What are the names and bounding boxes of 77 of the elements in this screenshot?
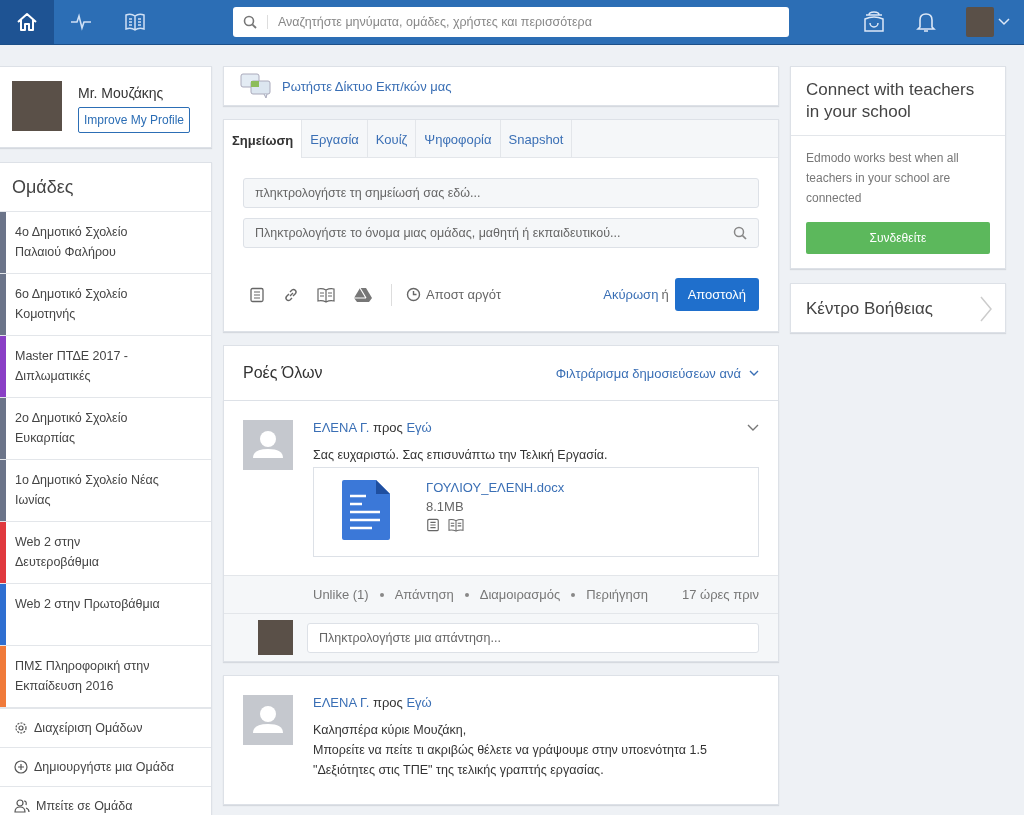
group-item[interactable]: Web 2 στην Πρωτοβάθμια <box>0 584 211 646</box>
connect-title: Connect with teachers in your school <box>791 67 1005 136</box>
pulse-icon <box>70 13 92 31</box>
or-text: ή <box>661 287 669 302</box>
book-icon[interactable] <box>448 518 464 532</box>
clock-icon <box>406 287 421 302</box>
post-action-link[interactable]: Unlike (1) <box>313 587 369 602</box>
filter-dropdown[interactable]: Φιλτράρισμα δημοσιεύσεων ανά <box>555 365 759 381</box>
improve-profile-button[interactable]: Improve My Profile <box>78 107 191 133</box>
help-center-link[interactable]: Κέντρο Βοήθειας <box>790 283 1006 333</box>
connect-text: Edmodo works best when all teachers in your school are connected <box>806 150 960 207</box>
group-item[interactable]: 4ο Δημοτικό Σχολείο Παλαιού Φαλήρου <box>0 212 211 274</box>
search-icon <box>733 226 747 240</box>
ask-network-link[interactable]: Ρωτήστε Δίκτυο Εκπ/κών μας <box>223 66 779 106</box>
post-action-link[interactable]: Απάντηση <box>394 587 454 602</box>
composer-tab[interactable]: Σημείωση <box>224 120 303 158</box>
post-header: ΕΛΕΝΑ Γ. προς Εγώ <box>313 420 432 435</box>
settings-icon <box>14 721 28 735</box>
note-field[interactable]: πληκτρολογήστε τη σημείωσή σας εδώ... <box>243 178 759 208</box>
plus-circle-icon <box>14 760 28 774</box>
groups-title: Ομάδες <box>0 163 211 212</box>
caret-icon[interactable] <box>747 423 759 432</box>
group-item[interactable]: 2ο Δημοτικό Σχολείο Ευκαρπίας <box>0 398 211 460</box>
home-button[interactable] <box>0 0 54 44</box>
group-item[interactable]: 6ο Δημοτικό Σχολείο Κομοτηνής <box>0 274 211 336</box>
post-text: Καλησπέρα κύριε Μουζάκη, <box>313 722 468 739</box>
link-icon[interactable] <box>283 286 299 303</box>
profile-photo <box>12 81 62 131</box>
people-icon <box>14 799 30 813</box>
cancel-link[interactable]: Ακύρωση <box>603 287 659 302</box>
recipient-input[interactable]: Πληκτρολογήστε το όνομα μιας ομάδας, μαθητή ή εκπαιδευτικού... <box>255 226 733 240</box>
group-action[interactable]: Δημιουργήστε μια Ομάδα <box>0 747 211 786</box>
composer-tab[interactable]: Εργασία <box>302 120 368 157</box>
chevron-right-icon <box>979 296 993 322</box>
bullet-separator <box>571 592 576 597</box>
post-time: 17 ώρες πριν <box>681 587 759 602</box>
composer-tab[interactable]: Ψηφοφορία <box>416 120 501 157</box>
post-text: Σας ευχαριστώ. Σας επισυνάπτω την Τελική Εργασία. <box>313 447 609 464</box>
recipient-field[interactable]: Πληκτρολογήστε το όνομα μιας ομάδας, μαθητή ή εκπαιδευτικού... <box>243 218 759 248</box>
group-item[interactable]: ΠΜΣ Πληροφορική στην Εκπαίδευση 2016 <box>0 646 211 708</box>
reply-field[interactable]: Πληκτρολογήστε μια απάντηση... <box>307 622 759 653</box>
post-header: ΕΛΕΝΑ Γ. προς Εγώ <box>313 695 432 710</box>
attachment-size: 8.1MB <box>426 499 465 514</box>
group-item[interactable]: Web 2 στην Δευτεροβάθμια <box>0 522 211 584</box>
drive-icon[interactable] <box>353 286 373 303</box>
group-action[interactable]: Μπείτε σε Ομάδα <box>0 786 211 815</box>
search-icon <box>243 15 268 29</box>
avatar-photo <box>258 620 293 655</box>
document-icon[interactable] <box>249 286 265 303</box>
attachment-name[interactable]: ΓΟΥΛΙΟΥ_ΕΛΕΝΗ.docx <box>426 480 565 495</box>
home-icon <box>16 12 38 32</box>
caret-icon <box>749 369 759 377</box>
bullet-separator <box>464 592 469 597</box>
bell-icon[interactable] <box>916 11 936 33</box>
composer-tab[interactable]: Snapshot <box>500 120 573 157</box>
user-silhouette-icon <box>243 420 293 470</box>
group-item[interactable]: Master ΠΤΔΕ 2017 - Διπλωματικές <box>0 336 211 398</box>
composer-tab[interactable]: Κουίζ <box>367 120 417 157</box>
post-text: Μπορείτε να πείτε τι ακριβώς θέλετε να γράψουμε στην υποενότητα 1.5 <box>313 742 708 759</box>
group-action[interactable]: Διαχείριση Ομάδων <box>0 708 211 747</box>
user-silhouette-icon <box>243 695 293 745</box>
post-action-link[interactable]: Διαμοιρασμός <box>479 587 561 602</box>
chat-bubbles-icon <box>240 73 272 99</box>
book-icon[interactable] <box>317 286 335 303</box>
search-field[interactable]: Αναζητήστε μηνύματα, ομάδες, χρήστες και περισσότερα <box>233 7 789 37</box>
group-item[interactable]: 1ο Δημοτικό Σχολείο Νέας Ιωνίας <box>0 460 211 522</box>
send-button[interactable]: Αποστολή <box>674 278 759 311</box>
schedule-button[interactable]: Αποστ αργότ <box>406 287 502 302</box>
post-text: "Δεξιότητες στις ΤΠΕ" της τελικής γραπτής εργασίας. <box>313 762 605 779</box>
feed-title: Ροές Όλων <box>243 364 323 382</box>
backpack-icon[interactable] <box>862 11 886 33</box>
book-icon <box>124 12 146 32</box>
bullet-separator <box>379 592 384 597</box>
post-action-link[interactable]: Περιήγηση <box>586 587 649 602</box>
document-icon[interactable] <box>426 518 440 532</box>
document-file-icon <box>342 480 390 540</box>
profile-name: Mr. Μουζάκης <box>78 85 165 101</box>
